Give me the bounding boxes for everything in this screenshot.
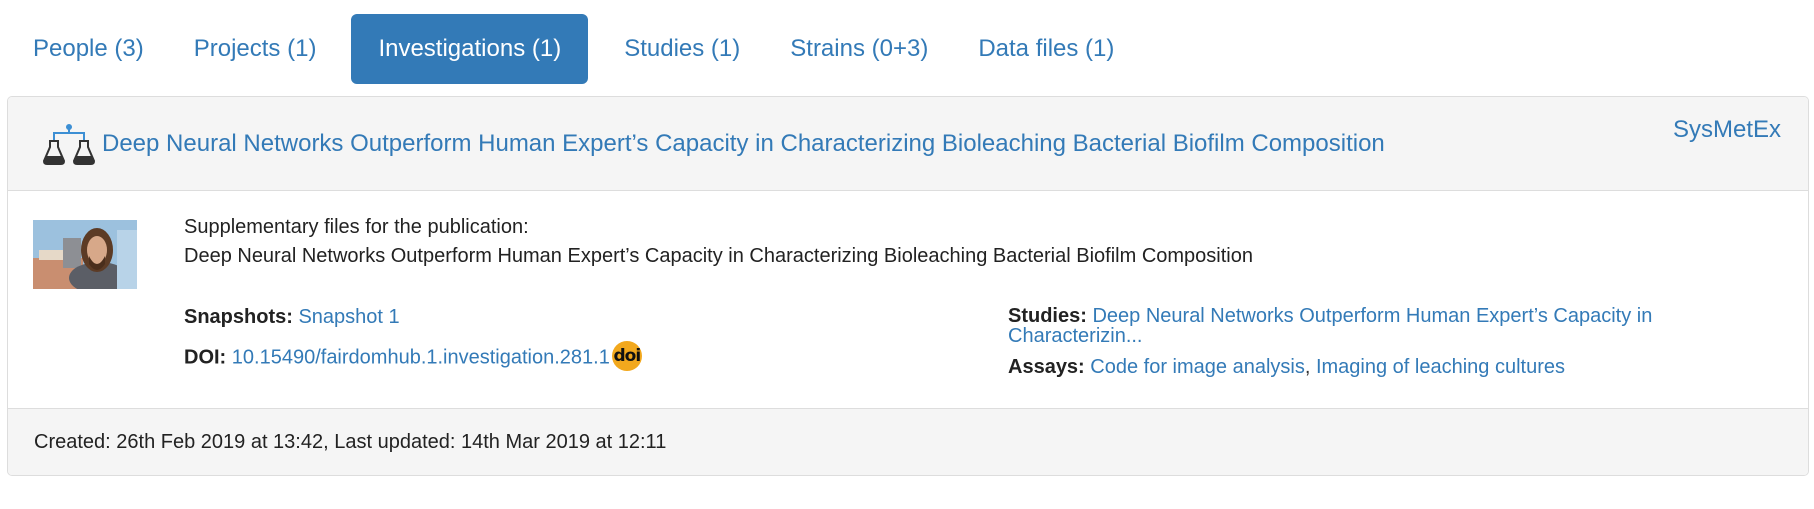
assays-label: Assays: — [1008, 356, 1085, 378]
assay-link[interactable]: Imaging of leaching cultures — [1316, 356, 1565, 378]
doi-link[interactable]: 10.15490/fairdomhub.1.investigation.281.… — [232, 346, 610, 368]
tab-investigations[interactable]: Investigations (1) — [351, 14, 589, 84]
snapshots-label: Snapshots: — [184, 306, 293, 328]
doi-row: DOI: 10.15490/fairdomhub.1.investigation… — [184, 341, 642, 373]
tab-strains[interactable]: Strains (0+3) — [767, 14, 951, 84]
snapshot-link[interactable]: Snapshot 1 — [298, 306, 399, 328]
tab-projects[interactable]: Projects (1) — [171, 14, 340, 84]
description-publication-title: Deep Neural Networks Outperform Human Ex… — [184, 245, 1253, 267]
investigation-title-link[interactable]: Deep Neural Networks Outperform Human Ex… — [102, 97, 1385, 190]
tab-studies[interactable]: Studies (1) — [601, 14, 763, 84]
description-intro: Supplementary files for the publication: — [184, 216, 529, 238]
avatar[interactable] — [33, 220, 137, 289]
doi-logo-icon: doi — [611, 341, 642, 371]
tab-people[interactable]: People (3) — [10, 14, 167, 84]
investigation-description: Supplementary files for the publication:… — [184, 213, 1253, 271]
assay-separator: , — [1304, 356, 1316, 378]
snapshots-row: Snapshots: Snapshot 1 — [184, 306, 642, 329]
panel-footer: Created: 26th Feb 2019 at 13:42, Last up… — [8, 408, 1808, 475]
meta-right: Studies: Deep Neural Networks Outperform… — [1008, 306, 1768, 393]
investigation-panel: Deep Neural Networks Outperform Human Ex… — [7, 96, 1809, 476]
resource-tabs: People (3) Projects (1) Investigations (… — [10, 14, 1141, 84]
panel-body: Supplementary files for the publication:… — [8, 191, 1808, 384]
study-link[interactable]: Deep Neural Networks Outperform Human Ex… — [1008, 305, 1652, 347]
studies-row: Studies: Deep Neural Networks Outperform… — [1008, 306, 1698, 346]
studies-label: Studies: — [1008, 305, 1087, 327]
investigation-flasks-icon — [42, 123, 96, 165]
doi-label: DOI: — [184, 346, 227, 369]
assay-link[interactable]: Code for image analysis — [1090, 356, 1305, 378]
panel-heading: Deep Neural Networks Outperform Human Ex… — [8, 97, 1808, 191]
project-link[interactable]: SysMetEx — [1673, 116, 1781, 144]
timestamps: Created: 26th Feb 2019 at 13:42, Last up… — [34, 431, 667, 453]
assays-row: Assays: Code for image analysis, Imaging… — [1008, 356, 1768, 379]
meta-left: Snapshots: Snapshot 1 DOI: 10.15490/fair… — [184, 306, 642, 387]
tab-data-files[interactable]: Data files (1) — [955, 14, 1137, 84]
